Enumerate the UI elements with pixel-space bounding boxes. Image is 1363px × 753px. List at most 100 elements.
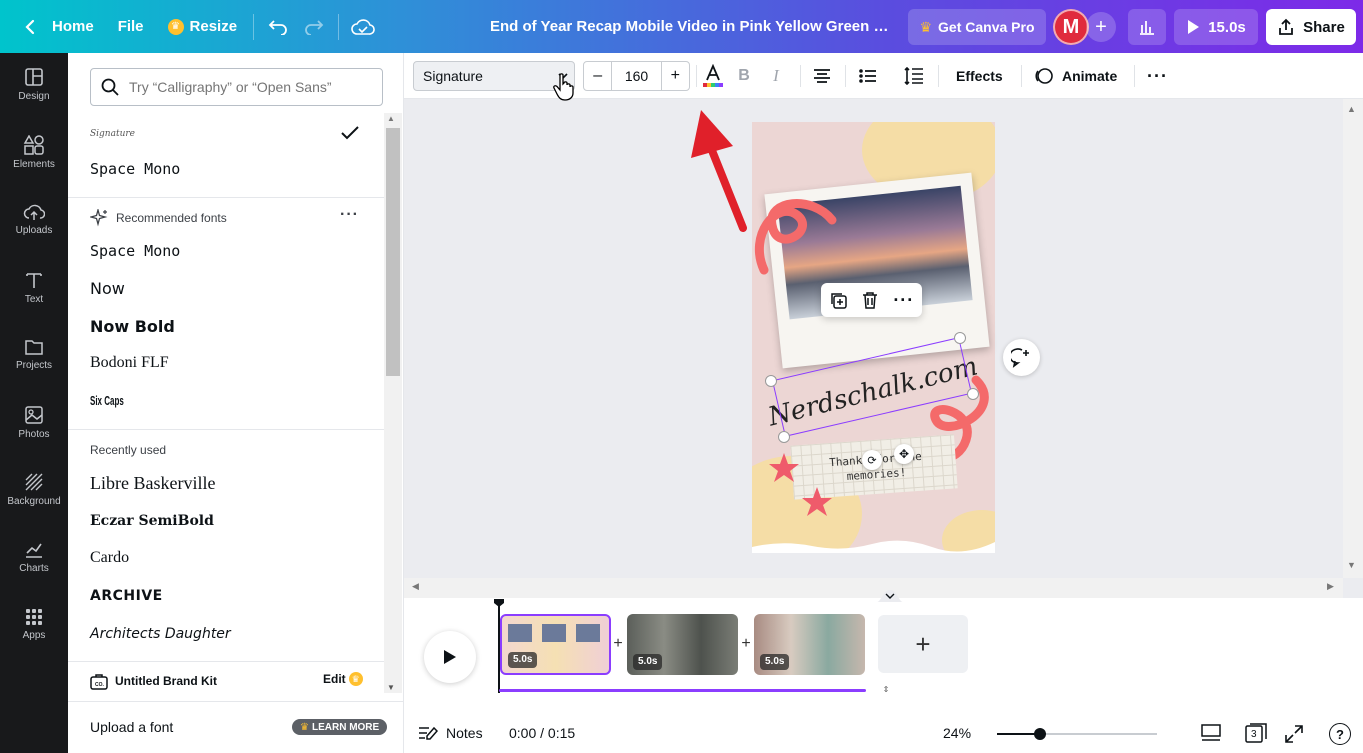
share-button[interactable]: Share (1266, 9, 1356, 45)
rail-item-photos[interactable]: Photos (0, 391, 68, 453)
checkmark-icon (341, 126, 359, 140)
font-size-stepper: – 160 + (583, 61, 690, 91)
page-view-button[interactable] (1200, 723, 1222, 743)
scroll-left-icon[interactable]: ◀ (412, 581, 419, 592)
notes-button[interactable]: Notes (418, 713, 483, 753)
collapse-timeline-icon[interactable] (877, 588, 903, 602)
scroll-right-icon[interactable]: ▶ (1327, 581, 1334, 592)
rail-item-elements[interactable]: Elements (0, 121, 68, 183)
resize-handle[interactable] (954, 332, 966, 344)
rail-item-charts[interactable]: Charts (0, 526, 68, 588)
more-options-icon[interactable]: ··· (340, 206, 360, 224)
font-search[interactable] (90, 68, 383, 106)
align-button[interactable] (807, 61, 837, 91)
rail-label: Text (24, 293, 44, 305)
pink-squiggle (754, 199, 837, 275)
rail-item-design[interactable]: Design (0, 53, 68, 115)
move-handle[interactable]: ✥ (894, 444, 914, 464)
font-option-archive[interactable]: ARCHIVE (90, 581, 360, 611)
scroll-down-icon[interactable]: ▼ (387, 683, 395, 692)
italic-button[interactable]: I (761, 61, 791, 91)
resize-handle[interactable] (765, 375, 777, 387)
more-toolbar-button[interactable]: ··· (1147, 61, 1168, 91)
scroll-down-icon[interactable]: ▼ (1347, 560, 1356, 570)
font-option-space-mono[interactable]: Space Mono (90, 154, 360, 184)
undo-button[interactable] (260, 9, 296, 45)
home-button[interactable]: Home (14, 9, 104, 45)
analytics-button[interactable] (1128, 9, 1166, 45)
upload-font-row[interactable]: Upload a font ♛ LEARN MORE (68, 701, 404, 753)
add-transition-button[interactable]: + (611, 635, 625, 652)
font-option-now-bold[interactable]: Now Bold (90, 311, 360, 341)
chevron-left-icon (25, 19, 35, 34)
learn-more-badge[interactable]: ♛ LEARN MORE (292, 719, 388, 735)
brand-kit-edit-button[interactable]: Edit ♛ (323, 672, 363, 686)
font-family-select[interactable]: Signature (413, 61, 575, 91)
timeline-expand-icon[interactable]: ⇕ (876, 685, 896, 695)
trash-icon[interactable] (862, 291, 878, 309)
font-search-input[interactable] (129, 79, 369, 95)
text-color-button[interactable] (698, 61, 728, 91)
bold-button[interactable]: B (729, 61, 759, 91)
more-icon[interactable]: ··· (893, 290, 914, 311)
font-option-space-mono[interactable]: Space Mono (90, 236, 360, 266)
resize-handle[interactable] (967, 388, 979, 400)
font-option-label: Space Mono (90, 160, 181, 178)
timeline-clip-2[interactable]: 5.0s (627, 614, 738, 675)
scroll-up-icon[interactable]: ▲ (1347, 104, 1356, 114)
zoom-slider-knob[interactable] (1034, 728, 1046, 740)
decrease-size-button[interactable]: – (584, 62, 611, 90)
font-option-cardo[interactable]: Cardo (90, 543, 360, 573)
list-button[interactable] (853, 61, 883, 91)
increase-size-button[interactable]: + (662, 62, 689, 90)
timeline-progress-bar[interactable] (499, 689, 866, 692)
get-pro-button[interactable]: ♛ Get Canva Pro (908, 9, 1046, 45)
font-option-libre-baskerville[interactable]: Libre Baskerville (90, 468, 360, 498)
clip-thumbnail (542, 624, 566, 642)
duplicate-icon[interactable] (829, 291, 847, 309)
present-button[interactable]: 15.0s (1174, 9, 1258, 45)
effects-button[interactable]: Effects (956, 61, 1003, 91)
timeline-clip-3[interactable]: 5.0s (754, 614, 865, 675)
redo-button[interactable] (296, 9, 332, 45)
element-context-menu: ··· (821, 283, 922, 317)
canvas-vertical-scrollbar[interactable] (1343, 99, 1363, 578)
italic-icon: I (773, 66, 779, 85)
font-option-six-caps[interactable]: Six Caps (90, 376, 360, 424)
file-menu[interactable]: File (108, 9, 154, 45)
document-title[interactable]: End of Year Recap Mobile Video in Pink Y… (490, 0, 890, 53)
brand-kit-edit-label: Edit (323, 672, 346, 686)
rail-item-uploads[interactable]: Uploads (0, 188, 68, 250)
add-page-button[interactable]: + (878, 615, 968, 673)
rail-item-apps[interactable]: Apps (0, 593, 68, 655)
rail-item-background[interactable]: Background (0, 458, 68, 520)
font-option-now[interactable]: Now (90, 273, 360, 303)
font-option-architects-daughter[interactable]: Architects Daughter (90, 619, 360, 649)
font-option-signature[interactable]: Signature (90, 119, 360, 149)
add-transition-button[interactable]: + (739, 635, 753, 652)
zoom-readout[interactable]: 24% (943, 713, 971, 753)
upload-font-label: Upload a font (90, 719, 174, 735)
timeline-play-button[interactable] (424, 631, 476, 683)
scroll-up-icon[interactable]: ▲ (387, 114, 395, 123)
fullscreen-button[interactable] (1284, 724, 1304, 744)
animate-button[interactable]: Animate (1034, 61, 1117, 91)
canvas-horizontal-scrollbar[interactable] (404, 578, 1343, 598)
resize-handle[interactable] (778, 431, 790, 443)
add-member-button[interactable]: + (1086, 12, 1116, 42)
add-comment-button[interactable] (1003, 339, 1040, 376)
page-count-button[interactable]: 3 (1244, 722, 1268, 744)
user-avatar[interactable]: M (1053, 9, 1089, 45)
spacing-button[interactable] (899, 61, 929, 91)
rail-item-projects[interactable]: Projects (0, 323, 68, 385)
font-size-input[interactable]: 160 (611, 62, 662, 90)
rotate-handle[interactable]: ⟳ (862, 450, 882, 470)
font-list-scroll-thumb[interactable] (386, 128, 400, 376)
help-button[interactable]: ? (1329, 723, 1351, 745)
resize-button[interactable]: ♛ Resize (158, 9, 248, 45)
font-option-bodoni[interactable]: Bodoni FLF (90, 348, 360, 378)
save-status-button[interactable] (345, 9, 381, 45)
timeline-clip-1[interactable]: 5.0s (500, 614, 611, 675)
font-option-eczar[interactable]: Eczar SemiBold (90, 506, 360, 536)
rail-item-text[interactable]: Text (0, 256, 68, 318)
